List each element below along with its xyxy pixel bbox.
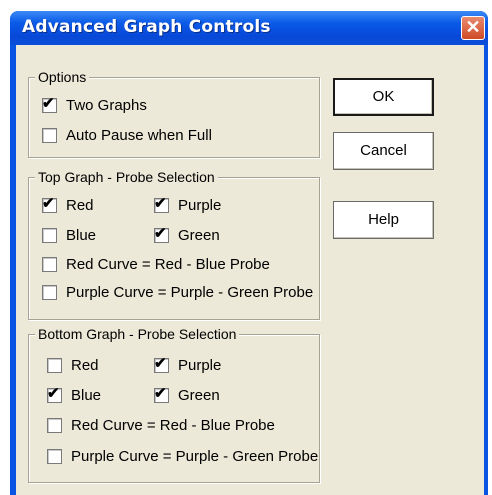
top-red-checkbox[interactable]: ✔ Red <box>42 195 94 214</box>
checkbox-box[interactable]: ✔ <box>42 195 57 213</box>
checkbox-box[interactable]: ✔ <box>42 95 57 113</box>
checkbox-box[interactable]: ✔ <box>154 385 169 403</box>
checkmark-icon: ✔ <box>47 385 60 402</box>
title-bar[interactable]: Advanced Graph Controls ✕ <box>10 11 488 45</box>
close-button[interactable]: ✕ <box>461 16 485 40</box>
checkbox-box[interactable] <box>42 285 57 300</box>
bottom-graph-group: Bottom Graph - Probe Selection Red ✔ Pur… <box>28 326 320 483</box>
checkbox-box[interactable] <box>42 257 57 272</box>
checkbox-box[interactable] <box>47 358 62 373</box>
bottom-red-checkbox[interactable]: Red <box>47 357 99 374</box>
ok-button[interactable]: OK <box>333 78 434 116</box>
checkbox-box[interactable] <box>47 449 62 464</box>
bottom-purple-checkbox[interactable]: ✔ Purple <box>154 355 222 374</box>
checkmark-icon: ✔ <box>42 95 55 112</box>
top-red-label: Red <box>66 197 94 214</box>
bottom-purple-label: Purple <box>178 357 222 374</box>
bottom-green-label: Green <box>178 387 220 404</box>
checkbox-box[interactable]: ✔ <box>154 355 169 373</box>
checkmark-icon: ✔ <box>42 195 55 212</box>
checkmark-icon: ✔ <box>154 385 167 402</box>
bottom-purple-curve-label: Purple Curve = Purple - Green Probe <box>71 448 319 465</box>
auto-pause-label: Auto Pause when Full <box>66 127 212 144</box>
checkbox-box[interactable] <box>47 418 62 433</box>
top-green-checkbox[interactable]: ✔ Green <box>154 225 220 244</box>
bottom-blue-checkbox[interactable]: ✔ Blue <box>47 385 102 404</box>
top-red-curve-checkbox[interactable]: Red Curve = Red - Blue Probe <box>42 256 270 273</box>
checkbox-box[interactable]: ✔ <box>154 195 169 213</box>
auto-pause-checkbox[interactable]: Auto Pause when Full <box>42 127 212 144</box>
bottom-red-curve-checkbox[interactable]: Red Curve = Red - Blue Probe <box>47 417 275 434</box>
top-red-curve-label: Red Curve = Red - Blue Probe <box>66 256 270 273</box>
dialog-client-area: Options ✔ Two Graphs Auto Pause when Ful… <box>16 45 484 495</box>
top-purple-curve-checkbox[interactable]: Purple Curve = Purple - Green Probe <box>42 284 313 301</box>
bottom-green-checkbox[interactable]: ✔ Green <box>154 385 220 404</box>
bottom-blue-label: Blue <box>71 387 102 404</box>
top-green-label: Green <box>178 227 220 244</box>
cancel-button[interactable]: Cancel <box>333 132 434 170</box>
bottom-red-curve-label: Red Curve = Red - Blue Probe <box>71 417 275 434</box>
checkmark-icon: ✔ <box>154 225 167 242</box>
two-graphs-label: Two Graphs <box>66 97 147 114</box>
top-purple-curve-label: Purple Curve = Purple - Green Probe <box>66 284 314 301</box>
checkbox-box[interactable] <box>42 228 57 243</box>
checkbox-box[interactable]: ✔ <box>154 225 169 243</box>
checkbox-box[interactable] <box>42 128 57 143</box>
top-graph-group: Top Graph - Probe Selection ✔ Red ✔ Purp… <box>28 169 320 320</box>
close-icon: ✕ <box>465 17 481 37</box>
top-purple-checkbox[interactable]: ✔ Purple <box>154 195 222 214</box>
options-group: Options ✔ Two Graphs Auto Pause when Ful… <box>28 69 320 158</box>
top-blue-checkbox[interactable]: Blue <box>42 227 96 244</box>
two-graphs-checkbox[interactable]: ✔ Two Graphs <box>42 95 147 114</box>
checkbox-box[interactable]: ✔ <box>47 385 62 403</box>
help-button[interactable]: Help <box>333 201 434 239</box>
bottom-red-label: Red <box>71 357 99 374</box>
top-purple-label: Purple <box>178 197 222 214</box>
options-group-title: Options <box>35 69 90 85</box>
top-blue-label: Blue <box>66 227 97 244</box>
dialog-title: Advanced Graph Controls <box>22 17 271 37</box>
bottom-purple-curve-checkbox[interactable]: Purple Curve = Purple - Green Probe <box>47 448 318 465</box>
top-graph-group-title: Top Graph - Probe Selection <box>35 169 218 185</box>
bottom-graph-group-title: Bottom Graph - Probe Selection <box>35 326 240 342</box>
checkmark-icon: ✔ <box>154 195 167 212</box>
checkmark-icon: ✔ <box>154 355 167 372</box>
dialog-window: Advanced Graph Controls ✕ Options ✔ Two … <box>10 11 488 495</box>
